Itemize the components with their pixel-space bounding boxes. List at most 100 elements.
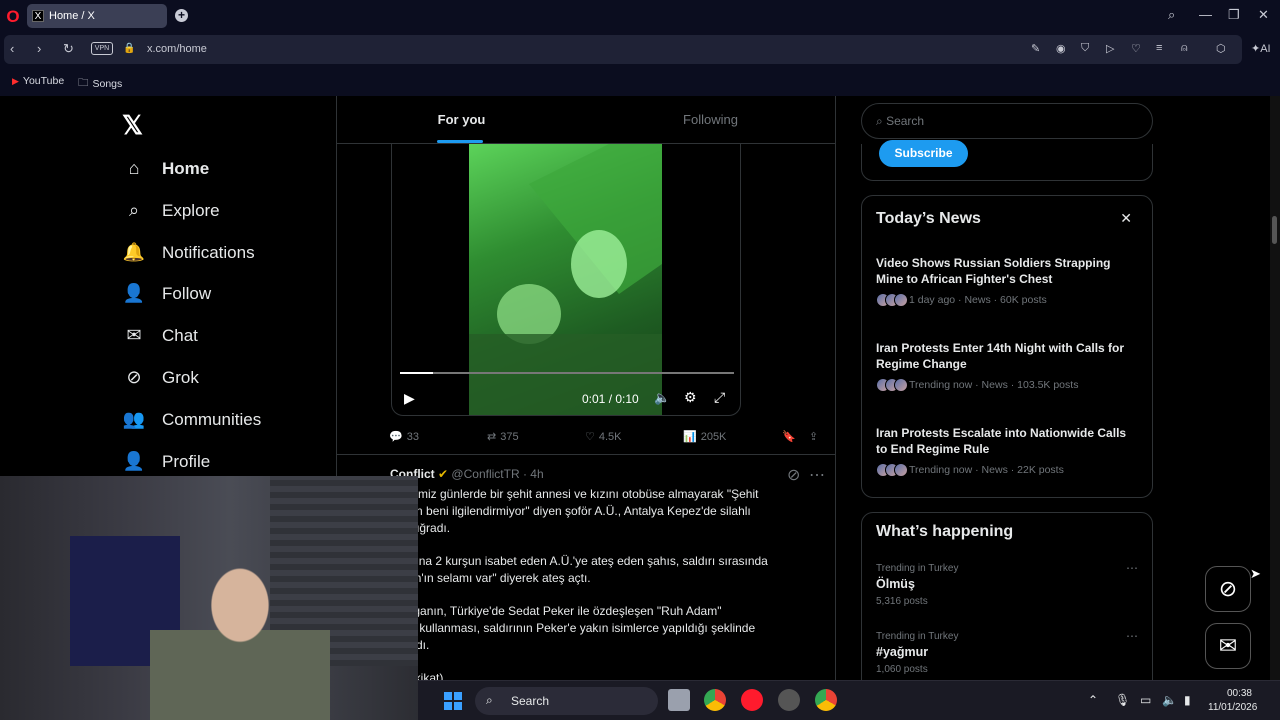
forward-icon[interactable]: › — [37, 41, 41, 56]
repost-button[interactable]: ⇄ 375 — [487, 430, 519, 444]
fullscreen-icon[interactable]: ⤢ — [714, 389, 725, 406]
windows-start-icon[interactable] — [444, 692, 462, 710]
sidebar-item-label: Notifications — [162, 242, 255, 262]
like-button[interactable]: ♡ 4.5K — [585, 430, 622, 444]
news-meta: 1 day ago · News · 60K posts — [909, 294, 1047, 306]
trend-item[interactable]: Trending in Turkey Ölmüş 5,316 posts ⋯ — [876, 561, 1138, 607]
video-progress-bar[interactable] — [400, 372, 734, 374]
vpn-badge[interactable]: VPN — [91, 42, 113, 55]
tab-for-you[interactable]: For you — [337, 96, 586, 143]
bookmark-icon[interactable]: 🔖 — [782, 430, 796, 443]
folder-icon: 🗀 — [78, 77, 89, 89]
url-text[interactable]: x.com/home — [147, 43, 207, 55]
todays-news-card: Today’s News ✕ Video Shows Russian Soldi… — [861, 195, 1153, 498]
sidebar-item-home[interactable]: ⌂ Home — [122, 158, 210, 179]
opera-icon[interactable] — [741, 689, 763, 711]
more-icon[interactable]: ⋯ — [1126, 629, 1138, 643]
search-icon: ⌕ — [486, 693, 493, 707]
camera-icon[interactable]: ◉ — [1056, 42, 1066, 55]
trend-item[interactable]: Trending in Turkey #yağmur 1,060 posts ⋯ — [876, 629, 1138, 675]
account-icon[interactable]: ⍝ — [1181, 42, 1188, 55]
post-text-line: Adam'ın selamı var" diyerek ateş açtı. — [390, 571, 591, 585]
sidebar-item-chat[interactable]: ✉ Chat — [122, 325, 197, 346]
volume-icon[interactable]: 🔈 — [654, 390, 670, 406]
chrome-icon[interactable] — [815, 689, 837, 711]
share-icon[interactable]: ⇪ — [809, 430, 818, 443]
video-player[interactable]: ▶ 0:01 / 0:10 🔈 ⚙ ⤢ — [391, 144, 741, 416]
close-icon[interactable]: ✕ — [1120, 210, 1132, 227]
taskbar-clock[interactable]: 00:38 11/01/2026 — [1208, 687, 1257, 715]
post-time[interactable]: · 4h — [523, 467, 544, 481]
video-frame[interactable] — [469, 144, 662, 415]
app-icon[interactable] — [778, 689, 800, 711]
reply-button[interactable]: 💬 33 — [389, 430, 419, 444]
news-item[interactable]: Video Shows Russian Soldiers Strapping M… — [876, 255, 1136, 307]
new-tab-button[interactable]: + — [175, 9, 188, 22]
messages-fab-button[interactable]: ✉ — [1205, 623, 1251, 669]
video-time: 0:01 / 0:10 — [582, 392, 639, 406]
tab-following[interactable]: Following — [586, 96, 835, 143]
chevron-up-icon[interactable]: ⌃ — [1088, 693, 1098, 707]
x-logo-icon[interactable]: 𝕏 — [122, 110, 143, 141]
taskbar-search-label: Search — [511, 694, 550, 708]
sidebar-item-explore[interactable]: ⌕ Explore — [122, 200, 220, 221]
grok-icon[interactable]: ⊘ — [787, 465, 800, 485]
network-icon[interactable]: ▭ — [1140, 693, 1151, 707]
sidebar-item-follow[interactable]: 👤 Follow — [122, 283, 211, 304]
sidebar-item-communities[interactable]: 👥 Communities — [122, 409, 261, 430]
sidebar-item-notifications[interactable]: 🔔 Notifications — [122, 242, 255, 263]
communities-icon: 👥 — [122, 409, 146, 429]
cube-icon[interactable]: ⬡ — [1216, 42, 1226, 55]
grok-fab-button[interactable]: ⊘ — [1205, 566, 1251, 612]
more-icon[interactable]: ⋯ — [809, 465, 825, 485]
search-tabs-icon[interactable]: ⌕ — [1168, 7, 1175, 23]
heart-icon[interactable]: ♡ — [1131, 42, 1141, 55]
news-meta: Trending now · News · 22K posts — [909, 464, 1064, 476]
tab-home[interactable]: X Home / X — [27, 4, 167, 28]
minimize-icon[interactable]: — — [1199, 7, 1212, 22]
sidebar-item-profile[interactable]: 👤 Profile — [122, 451, 210, 472]
page-scrollbar[interactable] — [1270, 96, 1280, 680]
volume-icon[interactable]: 🔈 — [1162, 693, 1177, 707]
opera-logo-icon[interactable]: O — [0, 0, 26, 33]
follow-icon: 👤 — [122, 283, 146, 303]
play-icon[interactable]: ▶ — [404, 390, 415, 407]
chrome-icon[interactable] — [704, 689, 726, 711]
bookmark-youtube[interactable]: ▶ YouTube — [12, 75, 64, 87]
author-handle[interactable]: @ConflictTR — [451, 467, 519, 481]
post-text-line: eçtiğimiz günlerde bir şehit annesi ve k… — [390, 487, 759, 501]
subscribe-button[interactable]: Subscribe — [879, 140, 968, 167]
avatar-group — [876, 293, 908, 307]
reply-icon: 💬 — [389, 431, 403, 443]
taskbar-search[interactable]: ⌕ Search — [475, 687, 658, 715]
sidebar-item-grok[interactable]: ⊘ Grok — [122, 367, 198, 388]
back-icon[interactable]: ‹ — [10, 41, 14, 56]
more-icon[interactable]: ⋯ — [1126, 561, 1138, 575]
heart-icon: ♡ — [585, 431, 595, 443]
file-explorer-icon[interactable] — [668, 689, 690, 711]
restore-icon[interactable]: ❐ — [1228, 7, 1240, 23]
play-icon[interactable]: ▷ — [1106, 42, 1114, 55]
post-text-line: aldırganın, Türkiye'de Sedat Peker ile ö… — [390, 604, 722, 618]
bookmark-songs[interactable]: 🗀 Songs — [78, 75, 122, 93]
news-item[interactable]: Iran Protests Escalate into Nationwide C… — [876, 425, 1136, 477]
sidebar-item-label: Home — [162, 158, 210, 178]
webcam-overlay — [0, 476, 418, 720]
settings-icon[interactable]: ⚙ — [684, 389, 697, 406]
scrollbar-thumb[interactable] — [1272, 216, 1277, 244]
views-button[interactable]: 📊 205K — [683, 430, 726, 444]
sidebar-item-label: Profile — [162, 451, 211, 471]
reload-icon[interactable]: ↻ — [63, 41, 74, 57]
lock-icon[interactable]: 🔒 — [123, 43, 135, 54]
search-input[interactable]: ⌕ Search — [861, 103, 1153, 139]
shield-icon[interactable]: ⛉ — [1081, 42, 1089, 55]
menu-icon[interactable]: ≡ — [1156, 42, 1162, 54]
premium-card: Subscribe — [861, 140, 1153, 181]
battery-icon[interactable]: ▮ — [1184, 693, 1191, 707]
news-meta: Trending now · News · 103.5K posts — [909, 379, 1079, 391]
edit-icon[interactable]: ✎ — [1031, 42, 1040, 55]
microphone-icon[interactable]: 🎙 — [1115, 693, 1130, 707]
aria-ai-button[interactable]: ✦AI — [1251, 42, 1271, 55]
news-item[interactable]: Iran Protests Enter 14th Night with Call… — [876, 340, 1136, 392]
close-icon[interactable]: ✕ — [1258, 7, 1269, 23]
